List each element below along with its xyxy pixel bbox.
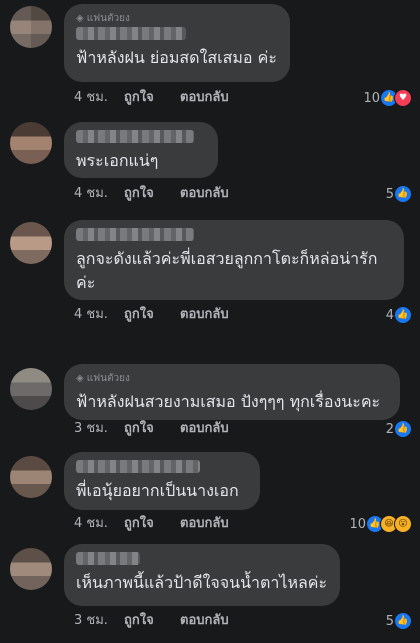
- reaction-summary[interactable]: 4 👍: [386, 306, 412, 324]
- reaction-summary[interactable]: 5 👍: [386, 612, 412, 630]
- comment-time[interactable]: 4 ชม.: [74, 515, 108, 533]
- avatar[interactable]: [10, 6, 52, 48]
- like-icon: 👍: [394, 420, 412, 438]
- fan-badge: ◈ แฟนตัวยง: [76, 12, 278, 25]
- avatar[interactable]: [10, 222, 52, 264]
- comment-time[interactable]: 4 ชม.: [74, 306, 108, 324]
- reaction-summary[interactable]: 5 👍: [386, 185, 412, 203]
- comment-time[interactable]: 3 ชม.: [74, 420, 108, 438]
- author-name[interactable]: [76, 27, 186, 40]
- comment-bubble: ◈ แฟนตัวยง ฟ้าหลังฝน ย่อมสดใสเสมอ ค่ะ: [64, 4, 290, 82]
- reply-button[interactable]: ตอบกลับ: [180, 89, 229, 107]
- reaction-count: 10: [363, 90, 380, 106]
- reply-button[interactable]: ตอบกลับ: [180, 420, 229, 438]
- comment-bubble: พระเอกแน่ๆ: [64, 122, 218, 178]
- comment-text: เห็นภาพนี้แล้วป้าดีใจจนน้ำตาไหลค่ะ: [76, 573, 328, 592]
- like-icon: 👍: [394, 185, 412, 203]
- wow-icon: 😮: [394, 515, 412, 533]
- reaction-summary[interactable]: 10 👍 ♥: [363, 89, 412, 107]
- like-button[interactable]: ถูกใจ: [124, 185, 154, 203]
- reaction-count: 5: [385, 186, 394, 202]
- reply-button[interactable]: ตอบกลับ: [180, 515, 229, 533]
- reaction-count: 5: [385, 613, 394, 629]
- comment-time[interactable]: 3 ชม.: [74, 612, 108, 630]
- author-name[interactable]: [76, 552, 140, 565]
- like-icon: 👍: [394, 306, 412, 324]
- comment-text: ฟ้าหลังฝนสวยงามเสมอ ปังๆๆๆ ทุกเรื่องนะคะ: [76, 392, 381, 411]
- comment-bubble-text: ฟ้าหลังฝนสวยงามเสมอ ปังๆๆๆ ทุกเรื่องนะคะ: [64, 386, 400, 420]
- author-name[interactable]: [76, 228, 194, 241]
- author-name[interactable]: [76, 460, 200, 473]
- comment-bubble: พี่เอนุ้ยอยากเป็นนางเอก: [64, 452, 260, 510]
- reaction-count: 4: [385, 307, 394, 323]
- like-button[interactable]: ถูกใจ: [124, 515, 154, 533]
- like-button[interactable]: ถูกใจ: [124, 89, 154, 107]
- like-button[interactable]: ถูกใจ: [124, 420, 154, 438]
- fan-badge: ◈ แฟนตัวยง: [76, 372, 388, 385]
- comment-bubble: เห็นภาพนี้แล้วป้าดีใจจนน้ำตาไหลค่ะ: [64, 544, 340, 606]
- comment-text-line-2: ค่ะ: [76, 273, 96, 292]
- reaction-summary[interactable]: 2 👍: [386, 420, 412, 438]
- love-icon: ♥: [394, 89, 412, 107]
- reaction-count: 2: [385, 421, 394, 437]
- reply-button[interactable]: ตอบกลับ: [180, 612, 229, 630]
- author-name[interactable]: [76, 130, 194, 143]
- like-icon: 👍: [394, 612, 412, 630]
- reply-button[interactable]: ตอบกลับ: [180, 306, 229, 324]
- comment-time[interactable]: 4 ชม.: [74, 89, 108, 107]
- like-button[interactable]: ถูกใจ: [124, 306, 154, 324]
- comment-text: ลูกจะดังแล้วค่ะพี่เอสวยลูกกาโตะก็หล่อน่า…: [76, 249, 378, 268]
- avatar[interactable]: [10, 122, 52, 164]
- comment-text: พระเอกแน่ๆ: [76, 151, 159, 170]
- reaction-count: 10: [349, 516, 366, 532]
- reaction-summary[interactable]: 10 👍 😆 😮: [349, 515, 412, 533]
- fan-badge-label: แฟนตัวยง: [86, 13, 130, 24]
- comment-bubble: ลูกจะดังแล้วค่ะพี่เอสวยลูกกาโตะก็หล่อน่า…: [64, 220, 404, 300]
- diamond-icon: ◈: [76, 373, 84, 384]
- avatar[interactable]: [10, 368, 52, 410]
- comment-text: ฟ้าหลังฝน ย่อมสดใสเสมอ ค่ะ: [76, 48, 277, 67]
- fan-badge-label: แฟนตัวยง: [86, 373, 130, 384]
- comment-time[interactable]: 4 ชม.: [74, 185, 108, 203]
- diamond-icon: ◈: [76, 13, 84, 24]
- reply-button[interactable]: ตอบกลับ: [180, 185, 229, 203]
- comment-text: พี่เอนุ้ยอยากเป็นนางเอก: [76, 481, 239, 500]
- avatar[interactable]: [10, 548, 52, 590]
- avatar[interactable]: [10, 456, 52, 498]
- like-button[interactable]: ถูกใจ: [124, 612, 154, 630]
